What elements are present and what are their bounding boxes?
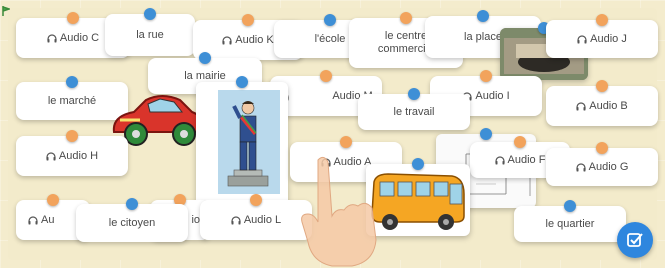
headphones-icon [222, 35, 232, 44]
pin [514, 136, 526, 148]
card-label: Audio L [243, 213, 282, 226]
card-label: le travail [393, 105, 435, 118]
card-label: le citoyen [108, 216, 156, 229]
pin [199, 52, 211, 64]
pin [324, 14, 336, 26]
pin [47, 194, 59, 206]
pin [67, 12, 79, 24]
card-label: Audio C [59, 31, 100, 44]
pin [236, 76, 248, 88]
headphones-icon [576, 101, 586, 110]
card-label: Audio I [475, 89, 510, 102]
pin [340, 136, 352, 148]
headphones-icon [47, 33, 57, 42]
headphones-icon [28, 215, 38, 224]
card-label: Audio G [588, 160, 629, 173]
card-label: la rue [136, 28, 164, 41]
card-label: le marché [47, 94, 97, 107]
pin [250, 194, 262, 206]
card-label: la place [464, 30, 502, 43]
word-card-la-rue[interactable]: la rue [105, 8, 195, 56]
word-card-le-quartier[interactable]: le quartier [514, 200, 626, 242]
audio-card-j[interactable]: Audio J [546, 14, 658, 58]
word-card-le-citoyen[interactable]: le citoyen [76, 198, 188, 242]
headphones-icon [231, 215, 241, 224]
pin [320, 70, 332, 82]
mayor-image [218, 90, 280, 194]
card-label: Audio J [590, 32, 627, 45]
headphones-icon [576, 162, 586, 171]
mayor-picture[interactable] [196, 76, 288, 206]
pin [408, 88, 420, 100]
card-label: l'école [314, 32, 346, 45]
pin [564, 200, 576, 212]
card-label: Au [41, 213, 55, 226]
pin [596, 80, 608, 92]
hand-pointer-icon [301, 156, 377, 267]
pin [596, 14, 608, 26]
audio-card-g[interactable]: Audio G [546, 142, 658, 186]
pin [400, 12, 412, 24]
pin [477, 10, 489, 22]
card-label: Audio F [507, 153, 546, 166]
headphones-icon [46, 151, 56, 160]
pin [242, 14, 254, 26]
headphones-icon [577, 34, 587, 43]
pin [144, 8, 156, 20]
pin [66, 76, 78, 88]
word-card-le-travail[interactable]: le travail [358, 88, 470, 130]
flag-icon [2, 6, 10, 16]
card-label: Audio B [589, 99, 628, 112]
pin [66, 130, 78, 142]
card-label: le quartier [545, 217, 595, 230]
pin [596, 142, 608, 154]
pin [412, 158, 424, 170]
pin [480, 128, 492, 140]
audio-card-b[interactable]: Audio B [546, 80, 658, 126]
matching-board: Audio C la rue Audio K l'école le centre… [0, 0, 665, 268]
pin [480, 70, 492, 82]
card-label: Audio H [58, 149, 99, 162]
audio-card-h[interactable]: Audio H [16, 130, 128, 176]
card-label: Audio K [235, 33, 274, 46]
pin [126, 198, 138, 210]
headphones-icon [494, 155, 505, 164]
check-answers-button[interactable] [617, 222, 653, 258]
card-label: io [191, 213, 200, 226]
check-edit-icon [627, 233, 643, 247]
